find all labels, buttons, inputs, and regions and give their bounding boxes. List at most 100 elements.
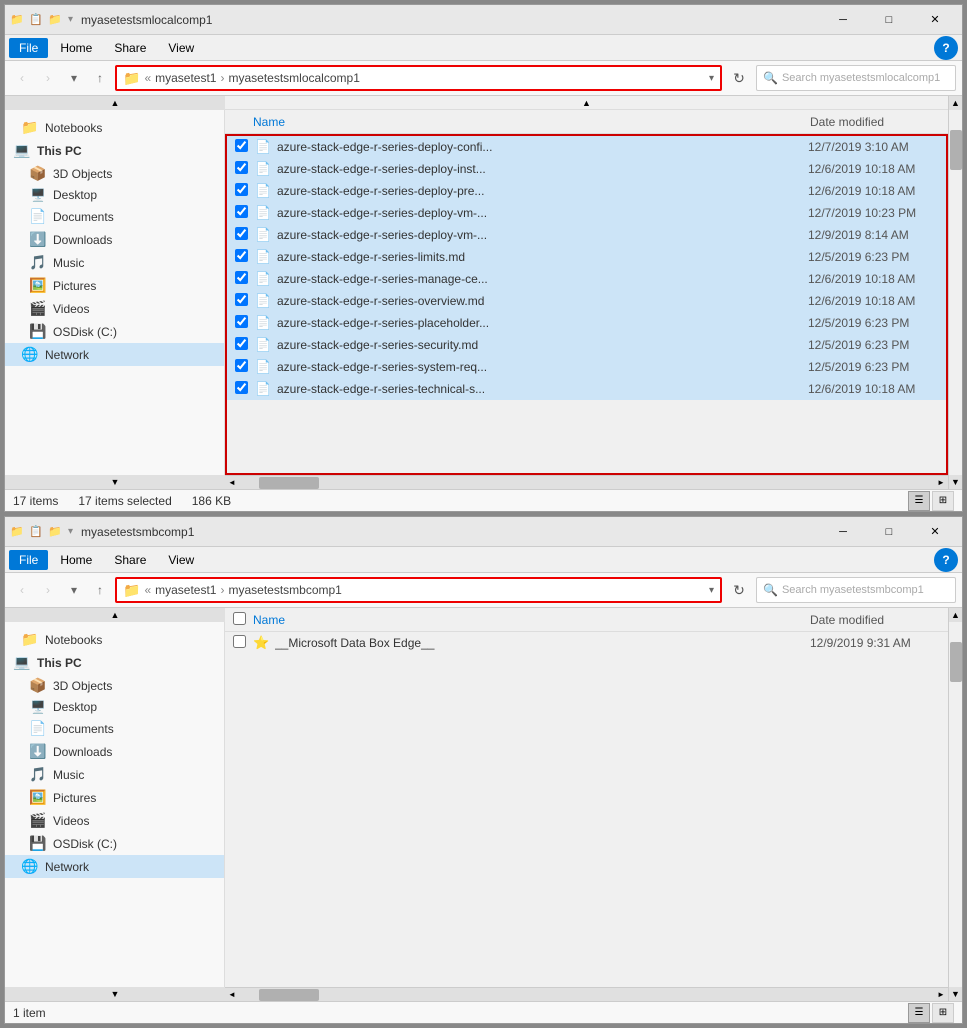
sidebar-item-desktop-1[interactable]: 🖥️ Desktop	[5, 185, 224, 205]
menu-file-1[interactable]: File	[9, 38, 48, 58]
hscroll-left-1[interactable]: ◄	[225, 476, 239, 490]
close-button-1[interactable]: ✕	[912, 5, 958, 35]
header-name-1[interactable]: Name	[253, 115, 810, 129]
menu-share-2[interactable]: Share	[104, 550, 156, 570]
file-check-10[interactable]	[235, 359, 255, 375]
hscroll-left-2[interactable]: ◄	[225, 988, 239, 1002]
file-check-1[interactable]	[235, 161, 255, 177]
view-large-btn-2[interactable]: ⊞	[932, 1003, 954, 1023]
address-dropdown-1[interactable]: ▾	[709, 73, 714, 84]
sidebar-item-notebooks-1[interactable]: 📁 Notebooks	[5, 116, 224, 139]
file-check-9[interactable]	[235, 337, 255, 353]
file-check-2[interactable]	[235, 183, 255, 199]
file-row-1[interactable]: 📄 azure-stack-edge-r-series-deploy-inst.…	[227, 158, 946, 180]
menu-share-1[interactable]: Share	[104, 38, 156, 58]
header-date-1[interactable]: Date modified	[810, 115, 940, 129]
file-row-3[interactable]: 📄 azure-stack-edge-r-series-deploy-vm-..…	[227, 202, 946, 224]
refresh-button-1[interactable]: ↻	[726, 65, 752, 91]
file-row-2[interactable]: 📄 azure-stack-edge-r-series-deploy-pre..…	[227, 180, 946, 202]
file-row-2-0[interactable]: ⭐ __Microsoft Data Box Edge__ 12/9/2019 …	[225, 632, 948, 654]
maximize-button-1[interactable]: □	[866, 5, 912, 35]
sidebar-item-thispc-1[interactable]: 💻 This PC	[5, 139, 224, 162]
maximize-button-2[interactable]: □	[866, 517, 912, 547]
file-row-6[interactable]: 📄 azure-stack-edge-r-series-manage-ce...…	[227, 268, 946, 290]
file-check-6[interactable]	[235, 271, 255, 287]
sidebar-item-music-2[interactable]: 🎵 Music	[5, 763, 224, 786]
address-input-1[interactable]: 📁 « myasetest1 › myasetestsmlocalcomp1 ▾	[115, 65, 722, 91]
file-row-8[interactable]: 📄 azure-stack-edge-r-series-placeholder.…	[227, 312, 946, 334]
sidebar-item-notebooks-2[interactable]: 📁 Notebooks	[5, 628, 224, 651]
menu-home-2[interactable]: Home	[50, 550, 102, 570]
hscroll-right-2[interactable]: ►	[934, 988, 948, 1002]
sidebar-item-pictures-2[interactable]: 🖼️ Pictures	[5, 786, 224, 809]
search-box-2[interactable]: 🔍 Search myasetestsmbcomp1	[756, 577, 956, 603]
sidebar-item-3dobjects-2[interactable]: 📦 3D Objects	[5, 674, 224, 697]
sidebar-scroll-down-1[interactable]: ▼	[5, 475, 225, 489]
recent-button-2[interactable]: ▾	[63, 579, 85, 601]
header-name-2[interactable]: Name	[253, 613, 810, 627]
sidebar-scroll-down-2[interactable]: ▼	[5, 987, 225, 1001]
help-button-2[interactable]: ?	[934, 548, 958, 572]
file-check-8[interactable]	[235, 315, 255, 331]
sidebar-item-pictures-1[interactable]: 🖼️ Pictures	[5, 274, 224, 297]
sidebar-item-3dobjects-1[interactable]: 📦 3D Objects	[5, 162, 224, 185]
minimize-button-1[interactable]: ─	[820, 5, 866, 35]
back-button-1[interactable]: ‹	[11, 67, 33, 89]
file-check-7[interactable]	[235, 293, 255, 309]
sidebar-item-videos-2[interactable]: 🎬 Videos	[5, 809, 224, 832]
forward-button-2[interactable]: ›	[37, 579, 59, 601]
forward-button-1[interactable]: ›	[37, 67, 59, 89]
view-details-btn-1[interactable]: ☰	[908, 491, 930, 511]
filelist-scroll-up-btn-1[interactable]: ▲	[582, 98, 591, 108]
menu-file-2[interactable]: File	[9, 550, 48, 570]
back-button-2[interactable]: ‹	[11, 579, 33, 601]
view-large-btn-1[interactable]: ⊞	[932, 491, 954, 511]
file-row-4[interactable]: 📄 azure-stack-edge-r-series-deploy-vm-..…	[227, 224, 946, 246]
file-check-2-0[interactable]	[233, 635, 253, 651]
filelist-hscroll-1[interactable]: ◄ ►	[225, 475, 948, 489]
minimize-button-2[interactable]: ─	[820, 517, 866, 547]
menu-home-1[interactable]: Home	[50, 38, 102, 58]
vscroll-down-2[interactable]: ▼	[949, 987, 963, 1001]
file-row-7[interactable]: 📄 azure-stack-edge-r-series-overview.md …	[227, 290, 946, 312]
sidebar-item-documents-1[interactable]: 📄 Documents	[5, 205, 224, 228]
sidebar-item-desktop-2[interactable]: 🖥️ Desktop	[5, 697, 224, 717]
sidebar-item-osdisk-2[interactable]: 💾 OSDisk (C:)	[5, 832, 224, 855]
sidebar-scroll-up-2[interactable]: ▲	[5, 608, 225, 622]
sidebar-item-videos-1[interactable]: 🎬 Videos	[5, 297, 224, 320]
refresh-button-2[interactable]: ↻	[726, 577, 752, 603]
sidebar-item-osdisk-1[interactable]: 💾 OSDisk (C:)	[5, 320, 224, 343]
help-button-1[interactable]: ?	[934, 36, 958, 60]
view-details-btn-2[interactable]: ☰	[908, 1003, 930, 1023]
file-row-0[interactable]: 📄 azure-stack-edge-r-series-deploy-confi…	[227, 136, 946, 158]
file-row-9[interactable]: 📄 azure-stack-edge-r-series-security.md …	[227, 334, 946, 356]
sidebar-scroll-up-1[interactable]: ▲	[5, 96, 225, 110]
sidebar-item-thispc-2[interactable]: 💻 This PC	[5, 651, 224, 674]
menu-view-2[interactable]: View	[158, 550, 204, 570]
filelist-vscroll-2[interactable]: ▲ ▼	[948, 608, 962, 1001]
sidebar-item-downloads-1[interactable]: ⬇️ Downloads	[5, 228, 224, 251]
header-date-2[interactable]: Date modified	[810, 613, 940, 627]
close-button-2[interactable]: ✕	[912, 517, 958, 547]
sidebar-item-documents-2[interactable]: 📄 Documents	[5, 717, 224, 740]
filelist-vscroll-1[interactable]: ▲ ▼	[948, 96, 962, 489]
sidebar-item-network-1[interactable]: 🌐 Network	[5, 343, 224, 366]
file-row-11[interactable]: 📄 azure-stack-edge-r-series-technical-s.…	[227, 378, 946, 400]
file-check-5[interactable]	[235, 249, 255, 265]
file-check-3[interactable]	[235, 205, 255, 221]
file-check-4[interactable]	[235, 227, 255, 243]
vscroll-up-1[interactable]: ▲	[949, 96, 963, 110]
filelist-hscroll-2[interactable]: ◄ ►	[225, 987, 948, 1001]
search-box-1[interactable]: 🔍 Search myasetestsmlocalcomp1	[756, 65, 956, 91]
recent-button-1[interactable]: ▾	[63, 67, 85, 89]
menu-view-1[interactable]: View	[158, 38, 204, 58]
up-button-2[interactable]: ↑	[89, 579, 111, 601]
vscroll-up-2[interactable]: ▲	[949, 608, 963, 622]
address-input-2[interactable]: 📁 « myasetest1 › myasetestsmbcomp1 ▾	[115, 577, 722, 603]
up-button-1[interactable]: ↑	[89, 67, 111, 89]
file-check-11[interactable]	[235, 381, 255, 397]
hscroll-right-1[interactable]: ►	[934, 476, 948, 490]
sidebar-item-network-2[interactable]: 🌐 Network	[5, 855, 224, 878]
file-row-5[interactable]: 📄 azure-stack-edge-r-series-limits.md 12…	[227, 246, 946, 268]
sidebar-item-music-1[interactable]: 🎵 Music	[5, 251, 224, 274]
